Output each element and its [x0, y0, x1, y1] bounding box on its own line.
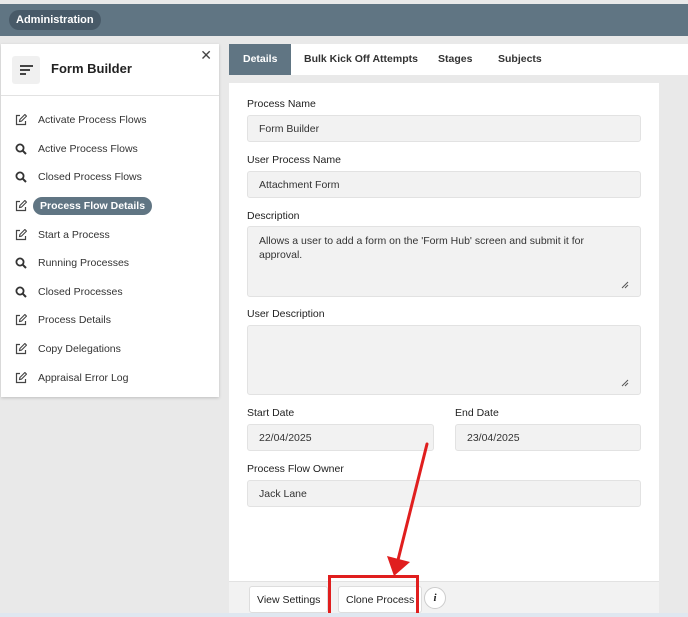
sidebar-item-label: Running Processes — [38, 257, 130, 270]
sidebar-header: Form Builder ✕ — [1, 44, 219, 96]
sidebar-item-process-flow-details[interactable]: Process Flow Details — [1, 192, 219, 221]
sidebar-item-label: Closed Process Flows — [38, 171, 142, 184]
tab-stages[interactable]: Stages — [438, 44, 472, 75]
sidebar-item-closed-process-flows[interactable]: Closed Process Flows — [1, 163, 219, 192]
details-panel: Process Name Form Builder User Process N… — [229, 83, 659, 581]
end-date-label: End Date — [455, 407, 499, 419]
edit-icon — [15, 314, 27, 326]
annotation-highlight-box — [328, 575, 419, 616]
sidebar-item-label: Closed Processes — [38, 285, 123, 298]
user-description-textarea[interactable] — [247, 325, 641, 395]
sidebar-nav: Activate Process Flows Active Process Fl… — [1, 96, 219, 392]
description-label: Description — [247, 210, 300, 222]
sidebar-item-label: Process Flow Details — [33, 197, 153, 216]
process-flow-owner-label: Process Flow Owner — [247, 463, 344, 475]
sidebar-item-label: Appraisal Error Log — [38, 371, 129, 384]
tab-bar: Details Bulk Kick Off Attempts Stages Su… — [229, 44, 688, 75]
sidebar: Form Builder ✕ Activate Process Flows Ac… — [1, 44, 219, 397]
user-process-name-field[interactable]: Attachment Form — [247, 171, 641, 198]
sidebar-item-label: Active Process Flows — [38, 142, 138, 155]
info-icon[interactable]: i — [424, 587, 446, 609]
sidebar-item-label: Process Details — [38, 314, 111, 327]
top-bar: Administration — [0, 4, 688, 36]
sidebar-item-label: Activate Process Flows — [38, 114, 147, 127]
description-text: Allows a user to add a form on the 'Form… — [259, 235, 584, 261]
bottom-edge — [0, 613, 688, 617]
edit-icon — [15, 371, 27, 383]
end-date-field[interactable]: 23/04/2025 — [455, 424, 641, 451]
breadcrumb-administration[interactable]: Administration — [9, 10, 101, 30]
edit-icon — [15, 200, 27, 212]
sidebar-title: Form Builder — [51, 61, 132, 76]
tab-bulk-kick-off-attempts[interactable]: Bulk Kick Off Attempts — [304, 44, 418, 75]
search-icon — [15, 171, 27, 184]
sidebar-item-label: Start a Process — [38, 228, 110, 241]
search-icon — [15, 286, 27, 298]
close-icon[interactable]: ✕ — [200, 47, 212, 64]
sidebar-item-start-a-process[interactable]: Start a Process — [1, 220, 219, 249]
tab-details[interactable]: Details — [229, 44, 292, 75]
edit-icon — [15, 343, 27, 355]
edit-icon — [15, 114, 27, 126]
sidebar-item-copy-delegations[interactable]: Copy Delegations — [1, 335, 219, 364]
process-flow-owner-field[interactable]: Jack Lane — [247, 480, 641, 507]
menu-icon[interactable] — [12, 56, 40, 84]
resize-handle-icon[interactable] — [621, 379, 629, 387]
sidebar-item-active-process-flows[interactable]: Active Process Flows — [1, 135, 219, 164]
sidebar-item-closed-processes[interactable]: Closed Processes — [1, 278, 219, 307]
search-icon — [15, 143, 27, 155]
sidebar-item-activate-process-flows[interactable]: Activate Process Flows — [1, 106, 219, 135]
resize-handle-icon[interactable] — [621, 281, 629, 289]
user-description-label: User Description — [247, 308, 325, 320]
description-textarea[interactable]: Allows a user to add a form on the 'Form… — [247, 226, 641, 297]
start-date-label: Start Date — [247, 407, 295, 419]
tab-subjects[interactable]: Subjects — [498, 44, 542, 75]
start-date-field[interactable]: 22/04/2025 — [247, 424, 434, 451]
edit-icon — [15, 228, 27, 240]
view-settings-button[interactable]: View Settings — [249, 586, 329, 613]
process-name-label: Process Name — [247, 98, 316, 110]
process-name-field[interactable]: Form Builder — [247, 115, 641, 142]
user-process-name-label: User Process Name — [247, 154, 341, 166]
sidebar-item-label: Copy Delegations — [38, 343, 121, 356]
search-icon — [15, 257, 27, 269]
sidebar-item-running-processes[interactable]: Running Processes — [1, 249, 219, 278]
sidebar-item-process-details[interactable]: Process Details — [1, 306, 219, 335]
sidebar-item-appraisal-error-log[interactable]: Appraisal Error Log — [1, 363, 219, 392]
